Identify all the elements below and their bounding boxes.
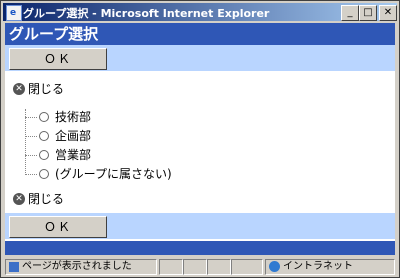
radio-button[interactable] bbox=[39, 150, 49, 160]
close-label: 閉じる bbox=[28, 82, 65, 96]
ok-button-top[interactable]: ＯＫ bbox=[9, 48, 107, 70]
group-item[interactable]: 営業部 bbox=[19, 147, 91, 163]
status-zone-cell: イントラネット bbox=[265, 259, 395, 275]
page-content: グループ選択 ＯＫ ✕ 閉じる 技術部 企画部 営業部 (グループに属さない) … bbox=[5, 23, 395, 255]
group-item[interactable]: (グループに属さない) bbox=[19, 166, 172, 182]
status-message: ページが表示されました bbox=[22, 261, 132, 272]
status-panel bbox=[207, 259, 231, 275]
status-panel bbox=[183, 259, 207, 275]
close-window-button[interactable]: ✕ bbox=[379, 5, 397, 21]
status-panel bbox=[159, 259, 183, 275]
browser-window: e グループ選択 - Microsoft Internet Explorer _… bbox=[0, 0, 400, 278]
bottom-button-bar: ＯＫ bbox=[5, 213, 395, 239]
page-icon bbox=[9, 262, 19, 272]
close-link-top[interactable]: ✕ 閉じる bbox=[13, 81, 64, 97]
group-item[interactable]: 技術部 bbox=[19, 109, 91, 125]
close-icon: ✕ bbox=[13, 193, 25, 205]
status-zone: イントラネット bbox=[283, 261, 353, 272]
radio-button[interactable] bbox=[39, 169, 49, 179]
close-icon: ✕ bbox=[13, 83, 25, 95]
radio-button[interactable] bbox=[39, 112, 49, 122]
status-bar: ページが表示されました イントラネット bbox=[5, 259, 397, 275]
page-title: グループ選択 bbox=[5, 23, 395, 45]
status-panel bbox=[231, 259, 263, 275]
page-footer bbox=[5, 241, 395, 255]
group-label: (グループに属さない) bbox=[55, 167, 172, 181]
group-label: 営業部 bbox=[55, 148, 92, 162]
ie-icon: e bbox=[6, 5, 22, 21]
top-button-bar: ＯＫ bbox=[5, 45, 395, 71]
window-title: グループ選択 - Microsoft Internet Explorer bbox=[23, 7, 270, 20]
title-bar: e グループ選択 - Microsoft Internet Explorer _… bbox=[3, 3, 397, 21]
group-label: 技術部 bbox=[55, 110, 92, 124]
close-label: 閉じる bbox=[28, 192, 65, 206]
radio-button[interactable] bbox=[39, 131, 49, 141]
group-item[interactable]: 企画部 bbox=[19, 128, 91, 144]
minimize-button[interactable]: _ bbox=[341, 5, 359, 21]
group-tree: 技術部 企画部 営業部 (グループに属さない) bbox=[19, 109, 219, 189]
close-link-bottom[interactable]: ✕ 閉じる bbox=[13, 191, 64, 207]
status-message-cell: ページが表示されました bbox=[5, 259, 157, 275]
maximize-button[interactable]: □ bbox=[359, 5, 377, 21]
intranet-icon bbox=[269, 261, 280, 272]
group-label: 企画部 bbox=[55, 129, 92, 143]
ok-button-bottom[interactable]: ＯＫ bbox=[9, 216, 107, 238]
